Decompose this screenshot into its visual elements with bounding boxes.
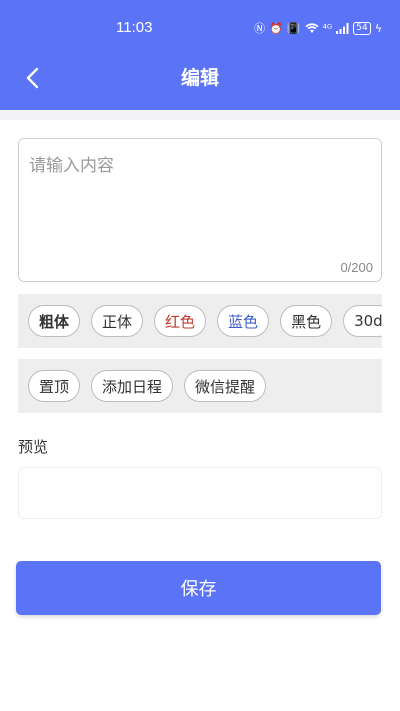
charging-icon: ϟ: [374, 21, 382, 35]
chip-label: 黑色: [291, 312, 322, 331]
header-divider-strip: [0, 110, 400, 120]
chip-label: 正体: [102, 312, 133, 331]
preview-box: [18, 467, 382, 519]
signal-icon: [336, 22, 349, 34]
action-chip-list: 置顶 添加日程 微信提醒: [28, 370, 267, 402]
battery-icon: 54: [353, 21, 371, 35]
pin-top-chip[interactable]: 置顶: [28, 370, 81, 402]
app-header: 11:03 Ⓝ ⏰ 📳 ⁴ᴳ 54 ϟ 编辑: [0, 0, 400, 110]
chip-label: 添加日程: [102, 377, 163, 396]
vibrate-icon: 📳: [286, 21, 301, 35]
content-input[interactable]: [19, 139, 381, 249]
char-counter: 0/200: [340, 260, 373, 275]
network-type-label: ⁴ᴳ: [322, 21, 333, 35]
page-title: 编辑: [180, 67, 219, 89]
black-color-chip[interactable]: 黑色: [280, 305, 333, 337]
chip-label: 蓝色: [228, 312, 259, 331]
chip-label: 粗体: [39, 312, 70, 331]
chip-label: 置顶: [39, 377, 70, 396]
chip-label: 微信提醒: [195, 377, 256, 396]
status-bar: 11:03 Ⓝ ⏰ 📳 ⁴ᴳ 54 ϟ: [0, 18, 400, 40]
bold-chip[interactable]: 粗体: [28, 305, 81, 337]
action-toolbar: 置顶 添加日程 微信提醒: [18, 359, 382, 413]
wifi-icon: [305, 22, 318, 33]
blue-color-chip[interactable]: 蓝色: [217, 305, 270, 337]
chip-label: 红色: [165, 312, 196, 331]
wechat-reminder-chip[interactable]: 微信提醒: [184, 370, 267, 402]
format-chip-list: 粗体 正体 红色 蓝色 黑色 30d: [28, 305, 382, 337]
format-toolbar: 粗体 正体 红色 蓝色 黑色 30d: [18, 294, 382, 348]
font-size-chip[interactable]: 30d: [343, 305, 382, 337]
status-icons: Ⓝ ⏰ 📳 ⁴ᴳ 54 ϟ: [254, 20, 382, 36]
content-editor: 0/200: [18, 138, 382, 282]
status-time: 11:03: [116, 19, 153, 36]
add-schedule-chip[interactable]: 添加日程: [91, 370, 174, 402]
preview-label: 预览: [18, 438, 49, 456]
alarm-icon: ⏰: [269, 21, 283, 35]
chip-label: 30d: [354, 312, 382, 330]
normal-chip[interactable]: 正体: [91, 305, 144, 337]
red-color-chip[interactable]: 红色: [154, 305, 207, 337]
save-button[interactable]: 保存: [16, 561, 381, 615]
nfc-icon: Ⓝ: [254, 22, 266, 35]
